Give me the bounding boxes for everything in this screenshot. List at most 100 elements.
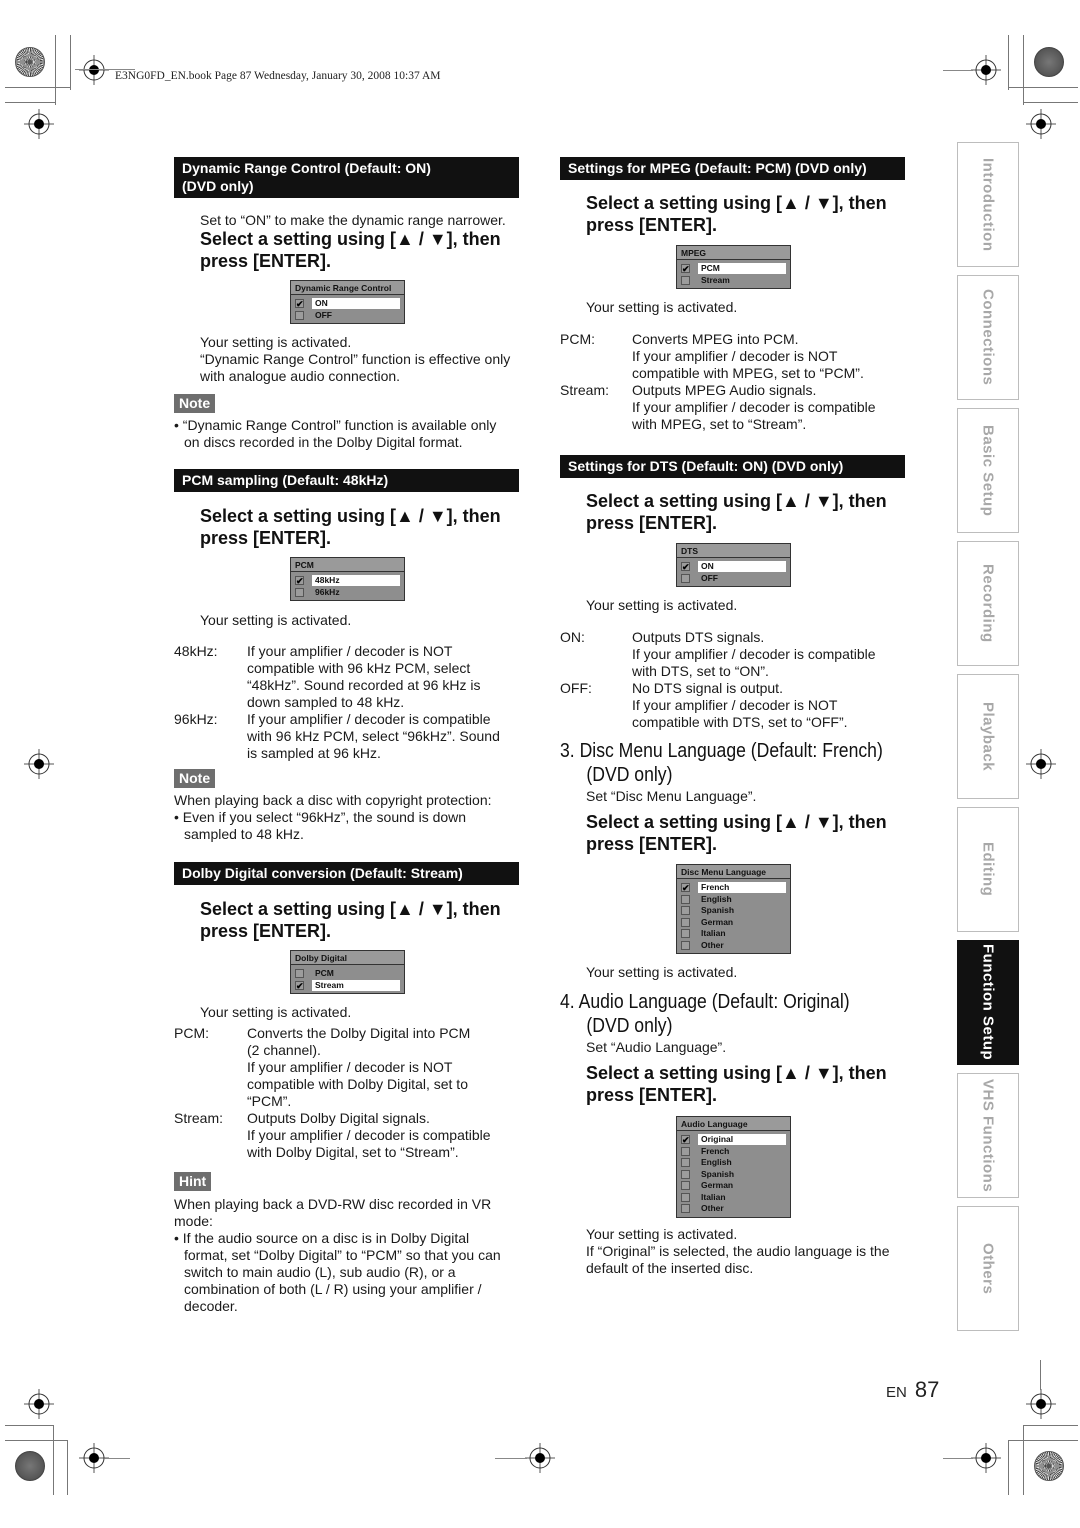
checkbox-empty-icon[interactable] [295, 587, 304, 597]
osd-option[interactable]: German [681, 917, 786, 929]
osd-menu-disc-menu-language: Disc Menu Language ✔ French English Spanish G… [676, 864, 791, 954]
definition-line: Outputs DTS signals. [632, 629, 765, 645]
osd-menu-title: PCM [291, 558, 404, 572]
checkbox-checked-icon[interactable]: ✔ [295, 980, 304, 990]
osd-option[interactable]: 96kHz [295, 587, 400, 599]
crop-mark [67, 1440, 68, 1495]
hint-line: switch to main audio (L), sub audio (R),… [184, 1264, 456, 1280]
osd-option[interactable]: ✔ PCM [681, 263, 786, 275]
crop-mark [1023, 1425, 1078, 1426]
osd-option-label: Stream [312, 979, 400, 991]
definition-line: If your amplifier / decoder is NOT [632, 697, 838, 713]
osd-option[interactable]: Italian [681, 1192, 786, 1204]
definition-line: If your amplifier / decoder is compatibl… [247, 1127, 491, 1143]
side-tab-basic-setup[interactable]: Basic Setup [957, 408, 1019, 533]
osd-option-label: French [701, 1145, 730, 1156]
heading-line: (DVD only) [586, 764, 673, 786]
section-bar-dts: Settings for DTS (Default: ON) (DVD only… [560, 455, 905, 478]
crosshair-icon [24, 1389, 54, 1419]
side-tab-vhs-functions[interactable]: VHS Functions [957, 1073, 1019, 1198]
checkbox-empty-icon[interactable] [681, 1158, 690, 1168]
osd-option-label: Spanish [701, 905, 735, 916]
side-tab-label: Recording [979, 564, 997, 643]
osd-option-label: PCM [315, 968, 334, 979]
checkbox-empty-icon[interactable] [681, 1181, 690, 1191]
side-tab-label: Introduction [979, 157, 997, 252]
osd-menu-dynamic-range: Dynamic Range Control ✔ ON OFF [290, 280, 405, 324]
definition-line: compatible with MPEG, set to “PCM”. [632, 365, 864, 381]
osd-option[interactable]: Italian [681, 928, 786, 940]
checkbox-checked-icon[interactable]: ✔ [681, 562, 690, 572]
hint-badge: Hint [174, 1172, 212, 1191]
checkbox-empty-icon[interactable] [681, 1192, 690, 1202]
side-tab-editing[interactable]: Editing [957, 807, 1019, 932]
osd-option[interactable]: ✔ Original [681, 1134, 786, 1146]
instruction-line: press [ENTER]. [586, 834, 718, 854]
checkbox-empty-icon[interactable] [295, 310, 304, 320]
heading-audio-language: 4. Audio Language (Default: Original) (D… [560, 990, 850, 1038]
section-title-line: Dynamic Range Control (Default: ON) [182, 160, 431, 176]
osd-option[interactable]: Spanish [681, 905, 786, 917]
osd-option[interactable]: OFF [295, 310, 400, 322]
side-tab-recording[interactable]: Recording [957, 541, 1019, 666]
osd-option[interactable]: ✔ French [681, 882, 786, 894]
osd-option[interactable]: German [681, 1180, 786, 1192]
side-tab-connections[interactable]: Connections [957, 275, 1019, 400]
osd-option[interactable]: Other [681, 1203, 786, 1215]
osd-option-label: German [701, 916, 734, 927]
checkbox-empty-icon[interactable] [681, 573, 690, 583]
osd-option[interactable]: English [681, 1157, 786, 1169]
checkbox-empty-icon[interactable] [681, 1204, 690, 1214]
osd-option[interactable]: French [681, 1146, 786, 1158]
osd-option[interactable]: ✔ 48kHz [295, 575, 400, 587]
hint-line: combination of both (L / R) using your a… [184, 1281, 482, 1297]
definition-line: compatible with Dolby Digital, set to [247, 1076, 468, 1092]
osd-option-label: PCM [698, 263, 786, 275]
instruction-line: Select a setting using [▲ / ▼], then [200, 899, 501, 919]
checkbox-empty-icon[interactable] [681, 1146, 690, 1156]
osd-option[interactable]: ✔ ON [295, 298, 400, 310]
checkbox-empty-icon[interactable] [295, 969, 304, 979]
checkbox-empty-icon[interactable] [681, 917, 690, 927]
side-tab-label: Editing [979, 842, 997, 897]
osd-option[interactable]: PCM [295, 968, 400, 980]
checkbox-empty-icon[interactable] [681, 940, 690, 950]
side-tab-introduction[interactable]: Introduction [957, 142, 1019, 267]
checkbox-empty-icon[interactable] [681, 275, 690, 285]
crosshair-icon [1026, 749, 1056, 779]
definition-line: Converts the Dolby Digital into PCM [247, 1025, 471, 1041]
crop-mark [70, 35, 71, 90]
side-tab-function-setup[interactable]: Function Setup [957, 940, 1019, 1065]
registration-disc-icon [15, 47, 45, 77]
checkbox-checked-icon[interactable]: ✔ [295, 299, 304, 309]
osd-option[interactable]: OFF [681, 573, 786, 585]
osd-option[interactable]: Stream [681, 275, 786, 287]
osd-option[interactable]: Spanish [681, 1169, 786, 1181]
checkbox-checked-icon[interactable]: ✔ [681, 883, 690, 893]
hint-intro: When playing back a DVD-RW disc recorded… [174, 1196, 524, 1230]
checkbox-checked-icon[interactable]: ✔ [681, 1135, 690, 1145]
osd-option-list: ✔ ON OFF [291, 295, 404, 323]
osd-option-label: 96kHz [315, 586, 340, 597]
audio-after-line: default of the inserted disc. [586, 1260, 754, 1276]
checkbox-checked-icon[interactable]: ✔ [681, 264, 690, 274]
osd-option[interactable]: ✔ Stream [295, 979, 400, 992]
instruction: Select a setting using [▲ / ▼], then pre… [200, 228, 501, 272]
instruction: Select a setting using [▲ / ▼], then pre… [586, 811, 887, 855]
osd-option[interactable]: English [681, 894, 786, 906]
side-tab-playback[interactable]: Playback [957, 674, 1019, 799]
osd-option[interactable]: Other [681, 940, 786, 952]
osd-menu-pcm: PCM ✔ 48kHz 96kHz [290, 557, 405, 601]
checkbox-checked-icon[interactable]: ✔ [295, 576, 304, 586]
instruction-line: Select a setting using [▲ / ▼], then [200, 506, 501, 526]
side-tab-others[interactable]: Others [957, 1206, 1019, 1331]
checkbox-empty-icon[interactable] [681, 894, 690, 904]
osd-option-label: French [698, 882, 786, 894]
checkbox-empty-icon[interactable] [681, 1169, 690, 1179]
instruction-line: press [ENTER]. [200, 528, 332, 548]
section-title-line: (DVD only) [182, 178, 254, 194]
checkbox-empty-icon[interactable] [681, 929, 690, 939]
definition-line: Outputs Dolby Digital signals. [247, 1110, 430, 1126]
osd-option[interactable]: ✔ ON [681, 561, 786, 573]
checkbox-empty-icon[interactable] [681, 906, 690, 916]
